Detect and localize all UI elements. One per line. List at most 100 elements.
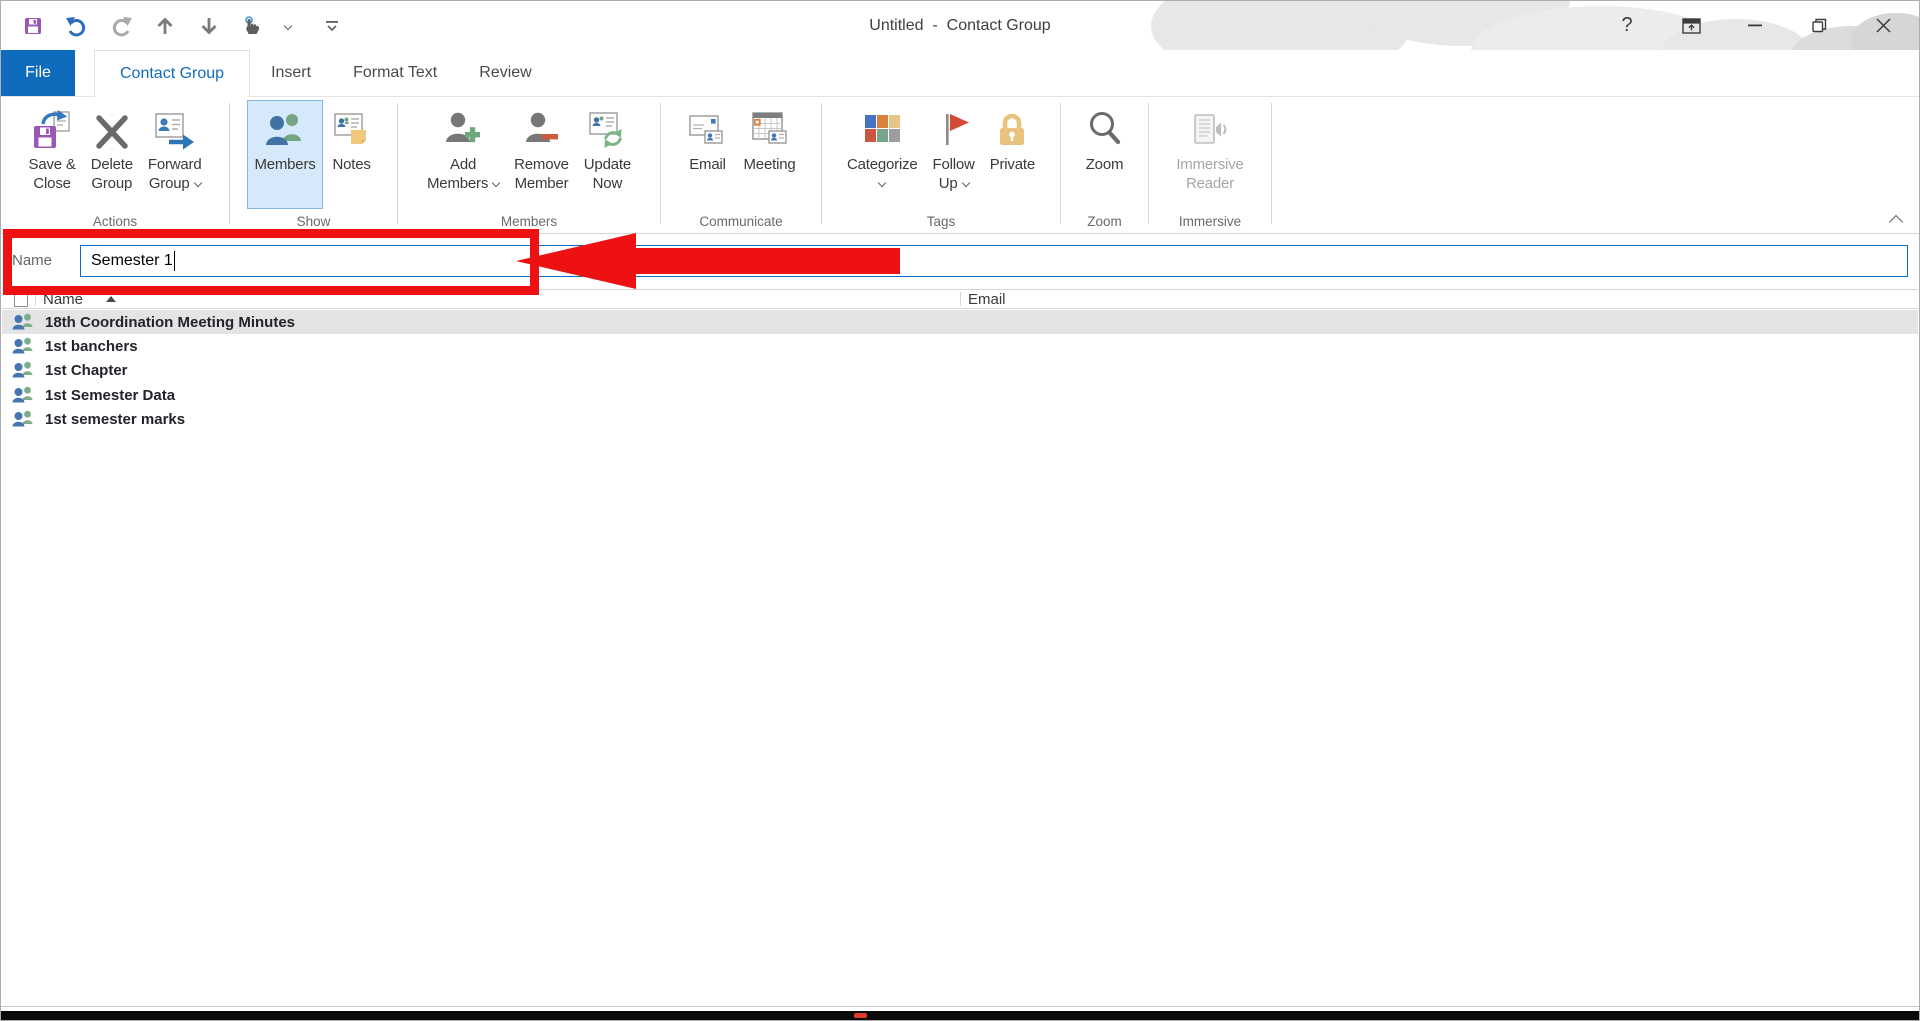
ribbon-group-zoom: Zoom Zoom xyxy=(1061,97,1148,233)
save-close-icon xyxy=(31,105,73,155)
minimize-button[interactable] xyxy=(1723,1,1787,50)
chevron-down-icon xyxy=(491,178,501,188)
ribbon-display-options-button[interactable] xyxy=(1659,1,1723,50)
save-and-close-button[interactable]: Save & Close xyxy=(22,100,83,209)
members-view-button[interactable]: Members xyxy=(247,100,323,209)
window-controls: ? xyxy=(1595,1,1915,50)
tab-file[interactable]: File xyxy=(1,50,75,96)
close-button[interactable] xyxy=(1851,1,1915,50)
email-icon xyxy=(687,105,729,155)
help-button[interactable]: ? xyxy=(1595,1,1659,50)
immersive-reader-button[interactable]: Immersive Reader xyxy=(1169,100,1250,209)
zoom-button[interactable]: Zoom xyxy=(1077,100,1133,209)
customize-qat-icon xyxy=(326,20,338,31)
tab-review[interactable]: Review xyxy=(458,50,552,96)
contact-group-icon xyxy=(11,361,35,380)
add-members-icon xyxy=(441,105,485,155)
select-all-checkbox[interactable] xyxy=(14,293,28,307)
update-now-icon xyxy=(586,105,628,155)
add-members-button[interactable]: Add Members xyxy=(420,100,506,209)
chevron-down-icon xyxy=(878,178,887,188)
divider xyxy=(960,292,961,306)
forward-group-icon xyxy=(153,105,197,155)
zoom-icon xyxy=(1084,105,1126,155)
delete-group-button[interactable]: Delete Group xyxy=(84,100,140,209)
touch-mode-button[interactable] xyxy=(237,10,269,42)
taskbar-sliver xyxy=(1,1011,1919,1020)
members-list: 18th Coordination Meeting Minutes 1st ba… xyxy=(2,310,1918,432)
restore-icon xyxy=(1811,18,1826,33)
immersive-reader-icon xyxy=(1188,105,1232,155)
restore-button[interactable] xyxy=(1787,1,1851,50)
minimize-icon xyxy=(1748,24,1762,27)
arrow-up-icon xyxy=(157,17,173,34)
group-name: 18th Coordination Meeting Minutes xyxy=(45,313,295,331)
forward-group-button[interactable]: Forward Group xyxy=(141,100,209,209)
list-item[interactable]: 1st semester marks xyxy=(2,408,1918,432)
chevron-down-icon xyxy=(193,178,202,188)
meeting-button[interactable]: Meeting xyxy=(737,100,803,209)
ribbon-group-actions: Save & Close Delete Group Forward Group … xyxy=(1,97,229,233)
annotation-arrow xyxy=(516,233,900,289)
move-down-button[interactable] xyxy=(193,10,225,42)
group-name: 1st Chapter xyxy=(45,362,128,380)
group-label-communicate: Communicate xyxy=(699,213,783,229)
annotation-rectangle xyxy=(3,229,539,295)
help-icon: ? xyxy=(1621,14,1633,36)
categorize-icon xyxy=(861,105,903,155)
update-now-button[interactable]: Update Now xyxy=(577,100,638,209)
ribbon-group-tags: Categorize Follow Up Private Tags xyxy=(822,97,1060,233)
categorize-button[interactable]: Categorize xyxy=(840,100,925,209)
tab-insert[interactable]: Insert xyxy=(250,50,332,96)
arrow-down-icon xyxy=(201,17,217,34)
group-label-tags: Tags xyxy=(926,213,956,229)
touch-mode-icon xyxy=(245,15,260,34)
ribbon-display-options-icon xyxy=(1681,17,1701,34)
collapse-ribbon-button[interactable] xyxy=(1888,214,1904,230)
group-name: 1st semester marks xyxy=(45,411,186,429)
private-button[interactable]: Private xyxy=(983,100,1042,209)
tab-contact-group[interactable]: Contact Group xyxy=(94,50,251,97)
private-lock-icon xyxy=(991,105,1033,155)
list-item[interactable]: 18th Coordination Meeting Minutes xyxy=(2,310,1918,335)
tab-format-text[interactable]: Format Text xyxy=(332,50,458,96)
customize-qat-button[interactable] xyxy=(321,10,343,42)
ribbon-group-show: Members Notes Show xyxy=(230,97,397,233)
notes-view-button[interactable]: Notes xyxy=(324,100,380,209)
remove-member-button[interactable]: Remove Member xyxy=(507,100,576,209)
redo-icon xyxy=(112,16,132,36)
list-item[interactable]: 1st Semester Data xyxy=(2,383,1918,407)
column-header-email[interactable]: Email xyxy=(968,291,1006,308)
ribbon-group-immersive: Immersive Reader Immersive xyxy=(1149,97,1271,233)
touch-mode-dropdown[interactable] xyxy=(281,10,295,42)
email-button[interactable]: Email xyxy=(680,100,736,209)
ribbon-group-communicate: Email Meeting Communicate xyxy=(661,97,821,233)
move-up-button[interactable] xyxy=(149,10,181,42)
ribbon-tabs: File Contact Group Insert Format Text Re… xyxy=(1,50,1919,97)
ribbon-group-members: Add Members Remove Member Update Now Mem… xyxy=(398,97,660,233)
list-item[interactable]: 1st Chapter xyxy=(2,359,1918,383)
follow-up-button[interactable]: Follow Up xyxy=(926,100,982,209)
undo-button[interactable] xyxy=(61,10,93,42)
contact-group-icon xyxy=(11,337,35,356)
window-bottom-border xyxy=(1,1006,1919,1007)
list-item[interactable]: 1st banchers xyxy=(2,334,1918,358)
ribbon: Save & Close Delete Group Forward Group … xyxy=(1,96,1919,234)
contact-group-icon xyxy=(11,410,35,429)
notification-dot xyxy=(854,1013,867,1018)
group-name: 1st Semester Data xyxy=(45,386,176,404)
divider xyxy=(1271,103,1272,224)
group-label-immersive: Immersive xyxy=(1178,213,1242,229)
follow-up-flag-icon xyxy=(934,105,974,155)
save-icon xyxy=(25,17,41,34)
contact-group-icon xyxy=(11,313,35,332)
remove-member-icon xyxy=(519,105,563,155)
members-icon xyxy=(262,105,308,155)
group-name: 1st banchers xyxy=(45,338,138,356)
contact-group-icon xyxy=(11,386,35,405)
sort-ascending-icon xyxy=(106,296,116,302)
chevron-down-icon xyxy=(961,178,970,188)
quick-access-toolbar xyxy=(17,1,343,50)
redo-button[interactable] xyxy=(105,10,137,42)
save-button[interactable] xyxy=(17,10,49,42)
